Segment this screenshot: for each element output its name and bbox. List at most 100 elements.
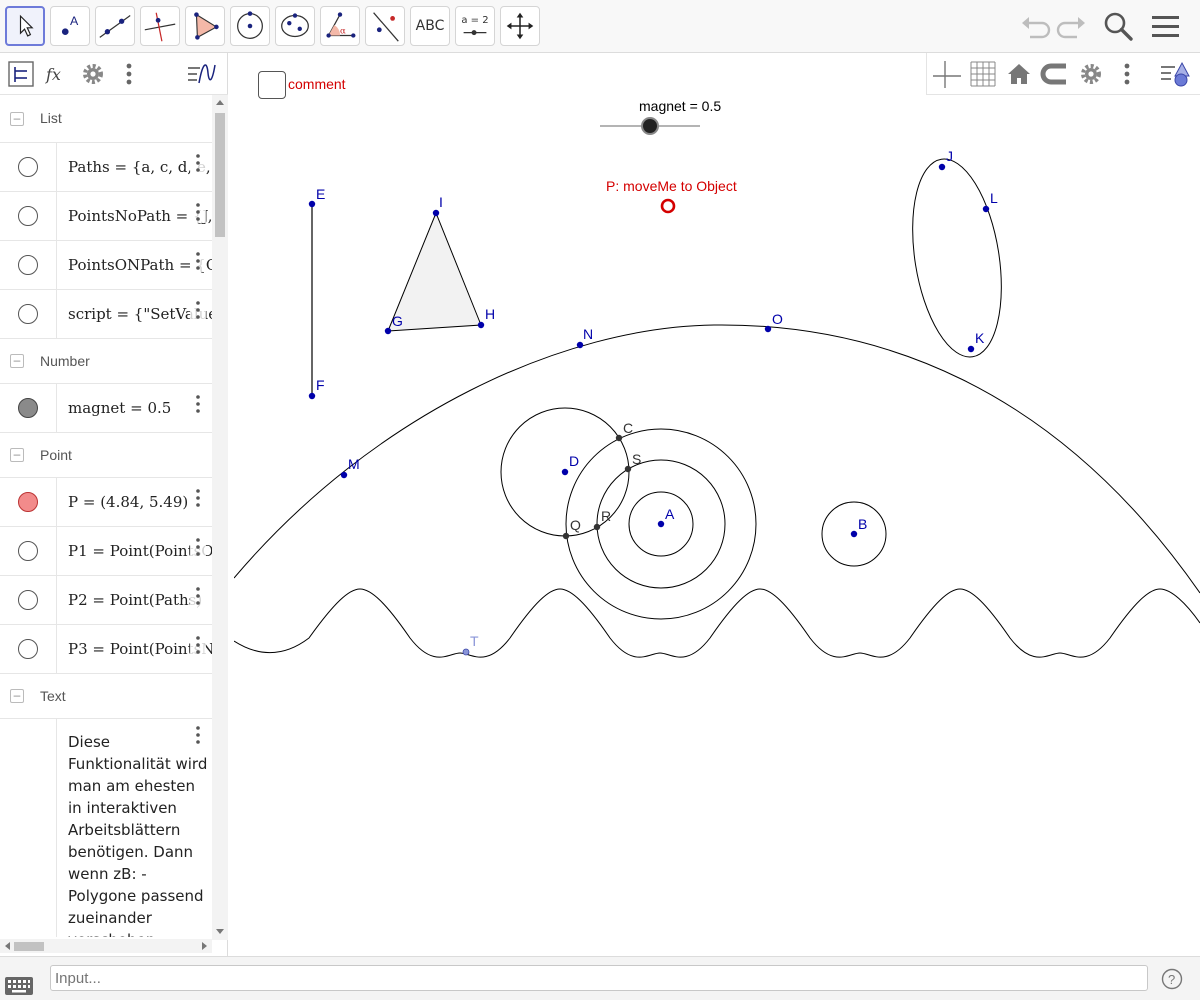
scroll-thumb[interactable] bbox=[14, 942, 44, 951]
sine-curve[interactable] bbox=[234, 588, 1200, 658]
input-help-button[interactable]: ? bbox=[1161, 968, 1183, 990]
point-l[interactable] bbox=[982, 205, 990, 213]
visibility-toggle[interactable] bbox=[18, 590, 38, 610]
algebra-item[interactable]: PointsONPath = {C, bbox=[0, 241, 212, 290]
visibility-toggle[interactable] bbox=[18, 255, 38, 275]
graphics-more-button[interactable] bbox=[1111, 58, 1143, 90]
graphics-style-toggle[interactable] bbox=[1159, 58, 1191, 90]
visibility-toggle[interactable] bbox=[18, 304, 38, 324]
angle-tool[interactable]: α bbox=[320, 6, 360, 46]
conic-tool[interactable] bbox=[275, 6, 315, 46]
point-d[interactable] bbox=[561, 468, 569, 476]
item-menu-button[interactable] bbox=[190, 393, 206, 415]
item-menu-button[interactable] bbox=[190, 585, 206, 607]
perpendicular-tool[interactable] bbox=[140, 6, 180, 46]
point-tool[interactable]: A bbox=[50, 6, 90, 46]
text-tool[interactable]: ABC bbox=[410, 6, 450, 46]
group-header-text[interactable]: – Text bbox=[0, 674, 212, 719]
algebra-settings-button[interactable] bbox=[78, 59, 108, 89]
point-f[interactable] bbox=[308, 392, 316, 400]
algebra-item[interactable]: Diese Funktionalität wird man am ehesten… bbox=[0, 719, 212, 937]
collapse-icon[interactable]: – bbox=[10, 448, 24, 462]
algebra-item[interactable]: PointsNoPath = {J, K bbox=[0, 192, 212, 241]
point-c[interactable] bbox=[615, 434, 623, 442]
visibility-toggle[interactable] bbox=[18, 157, 38, 177]
item-menu-button[interactable] bbox=[190, 201, 206, 223]
collapse-icon[interactable]: – bbox=[10, 112, 24, 126]
toggle-grid-button[interactable] bbox=[967, 58, 999, 90]
algebra-vertical-scrollbar[interactable] bbox=[212, 95, 228, 940]
collapse-icon[interactable]: – bbox=[10, 689, 24, 703]
algebra-item[interactable]: P1 = Point(PointsON bbox=[0, 527, 212, 576]
point-n[interactable] bbox=[576, 341, 584, 349]
algebra-item[interactable]: P2 = Point(Paths) bbox=[0, 576, 212, 625]
redo-button[interactable] bbox=[1055, 10, 1089, 44]
algebra-input-field[interactable] bbox=[50, 965, 1148, 991]
point-o[interactable] bbox=[764, 325, 772, 333]
visibility-toggle[interactable] bbox=[18, 492, 38, 512]
reflect-tool[interactable] bbox=[365, 6, 405, 46]
slider-tool[interactable]: a = 2 bbox=[455, 6, 495, 46]
move-graphics-tool[interactable] bbox=[500, 6, 540, 46]
search-button[interactable] bbox=[1101, 10, 1135, 44]
item-menu-button[interactable] bbox=[190, 250, 206, 272]
group-header-point[interactable]: – Point bbox=[0, 433, 212, 478]
item-menu-button[interactable] bbox=[190, 724, 206, 746]
point-capturing-button[interactable] bbox=[1039, 58, 1071, 90]
standard-view-button[interactable] bbox=[1003, 58, 1035, 90]
scroll-up-icon[interactable] bbox=[212, 97, 228, 107]
point-q[interactable] bbox=[562, 532, 570, 540]
visibility-toggle[interactable] bbox=[18, 639, 38, 659]
algebra-item[interactable]: Paths = {a, c, d, e, f, bbox=[0, 143, 212, 192]
algebra-horizontal-scrollbar[interactable] bbox=[0, 939, 212, 953]
point-p[interactable] bbox=[660, 198, 676, 214]
large-arc[interactable] bbox=[234, 324, 1200, 594]
point-g[interactable] bbox=[384, 327, 392, 335]
graphics-view-toggle[interactable] bbox=[186, 59, 216, 89]
graphics-settings-button[interactable] bbox=[1075, 58, 1107, 90]
group-header-list[interactable]: – List bbox=[0, 95, 212, 143]
point-h[interactable] bbox=[477, 321, 485, 329]
fx-button[interactable]: fx bbox=[42, 59, 72, 89]
item-menu-button[interactable] bbox=[190, 152, 206, 174]
point-e[interactable] bbox=[308, 200, 316, 208]
undo-button[interactable] bbox=[1018, 10, 1052, 44]
group-header-number[interactable]: – Number bbox=[0, 339, 212, 384]
point-j[interactable] bbox=[938, 163, 946, 171]
point-k[interactable] bbox=[967, 345, 975, 353]
item-definition[interactable]: Diese Funktionalität wird man am ehesten… bbox=[68, 731, 212, 937]
comment-checkbox[interactable] bbox=[258, 71, 286, 99]
algebra-item[interactable]: magnet = 0.5 bbox=[0, 384, 212, 433]
point-b[interactable] bbox=[850, 530, 858, 538]
scroll-down-icon[interactable] bbox=[212, 927, 228, 937]
algebra-item[interactable]: P3 = Point(PointsNo bbox=[0, 625, 212, 674]
algebra-item[interactable]: P = (4.84, 5.49) bbox=[0, 478, 212, 527]
collapse-icon[interactable]: – bbox=[10, 354, 24, 368]
circle-tool[interactable] bbox=[230, 6, 270, 46]
scroll-thumb[interactable] bbox=[215, 113, 225, 237]
item-menu-button[interactable] bbox=[190, 536, 206, 558]
point-i[interactable] bbox=[432, 209, 440, 217]
item-menu-button[interactable] bbox=[190, 634, 206, 656]
magnet-slider-handle[interactable] bbox=[641, 117, 659, 135]
visibility-toggle[interactable] bbox=[18, 206, 38, 226]
point-m[interactable] bbox=[340, 471, 348, 479]
point-r[interactable] bbox=[593, 523, 601, 531]
scroll-left-icon[interactable] bbox=[2, 939, 12, 953]
algebra-more-button[interactable] bbox=[114, 59, 144, 89]
scroll-right-icon[interactable] bbox=[200, 939, 210, 953]
point-a[interactable] bbox=[657, 520, 665, 528]
item-menu-button[interactable] bbox=[190, 299, 206, 321]
line-tool[interactable] bbox=[95, 6, 135, 46]
item-menu-button[interactable] bbox=[190, 487, 206, 509]
main-menu-button[interactable] bbox=[1149, 10, 1183, 44]
algebra-item[interactable]: script = {"SetValue[P bbox=[0, 290, 212, 339]
keyboard-button[interactable] bbox=[4, 975, 34, 997]
visibility-toggle[interactable] bbox=[18, 541, 38, 561]
ellipse-jkl[interactable] bbox=[900, 153, 1014, 364]
algebra-view-button[interactable] bbox=[6, 59, 36, 89]
graphics-view[interactable]: A B C D E F G H I J K L M N O Q R S T co… bbox=[234, 53, 1200, 956]
point-s[interactable] bbox=[624, 465, 632, 473]
move-tool[interactable] bbox=[5, 6, 45, 46]
visibility-toggle[interactable] bbox=[18, 398, 38, 418]
